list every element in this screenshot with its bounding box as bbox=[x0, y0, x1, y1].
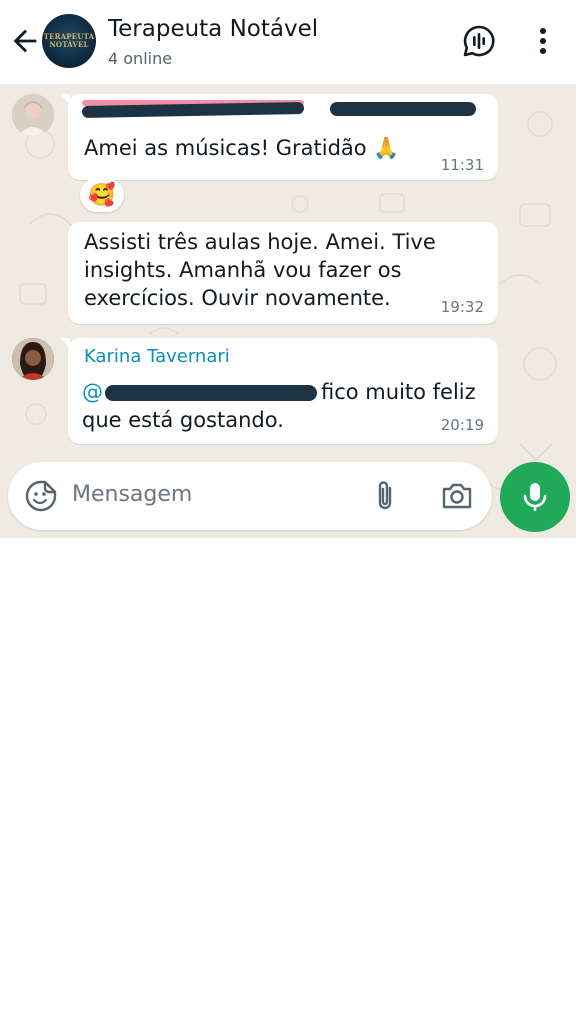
sender-name[interactable]: Karina Tavernari bbox=[84, 346, 230, 367]
paperclip-icon[interactable] bbox=[370, 479, 400, 513]
bubble-tail bbox=[60, 338, 70, 348]
message-bubble[interactable]: Amei as músicas! Gratidão 🙏 11:31 bbox=[60, 94, 498, 180]
message-time: 19:32 bbox=[440, 298, 484, 316]
sender-avatar[interactable] bbox=[12, 94, 54, 136]
camera-icon[interactable] bbox=[440, 480, 474, 512]
online-status: 4 online bbox=[108, 49, 173, 68]
more-vert-icon[interactable] bbox=[524, 22, 562, 60]
message-composer[interactable]: Mensagem bbox=[8, 462, 492, 530]
sender-avatar[interactable] bbox=[12, 338, 54, 380]
message-text: Assisti três aulas hoje. Amei. Tive insi… bbox=[84, 230, 436, 310]
message-bubble[interactable]: Assisti três aulas hoje. Amei. Tive insi… bbox=[68, 222, 498, 324]
reaction-badge[interactable]: 🥰 bbox=[80, 178, 124, 212]
message-input[interactable]: Mensagem bbox=[72, 482, 192, 507]
redaction-bar bbox=[330, 102, 476, 116]
redaction-bar bbox=[81, 102, 305, 118]
message-time: 20:19 bbox=[440, 416, 484, 434]
mention-at[interactable]: @ bbox=[82, 380, 103, 404]
voice-chat-icon[interactable] bbox=[460, 22, 498, 60]
message-text-container: @ fico muito feliz que está gostando. bbox=[82, 378, 482, 434]
back-arrow-icon[interactable] bbox=[8, 24, 42, 58]
sticker-icon[interactable] bbox=[24, 479, 58, 513]
avatar-text-line2: NOTÁVEL bbox=[49, 40, 89, 49]
message-text: Amei as músicas! Gratidão 🙏 bbox=[84, 136, 400, 160]
chat-header: TERAPEUTA NOTÁVEL Terapeuta Notável 4 on… bbox=[0, 0, 576, 84]
person-photo bbox=[12, 338, 54, 380]
message-bubble[interactable]: Karina Tavernari @ fico muito feliz que e… bbox=[60, 338, 498, 444]
person-photo bbox=[12, 94, 54, 136]
microphone-button[interactable] bbox=[500, 462, 570, 532]
microphone-icon bbox=[523, 483, 547, 511]
message-time: 11:31 bbox=[440, 156, 484, 174]
group-avatar[interactable]: TERAPEUTA NOTÁVEL bbox=[42, 14, 96, 68]
mention-redacted[interactable] bbox=[105, 385, 317, 401]
reaction-emoji: 🥰 bbox=[88, 182, 116, 208]
group-title[interactable]: Terapeuta Notável bbox=[108, 16, 318, 42]
bubble-tail bbox=[60, 94, 70, 104]
